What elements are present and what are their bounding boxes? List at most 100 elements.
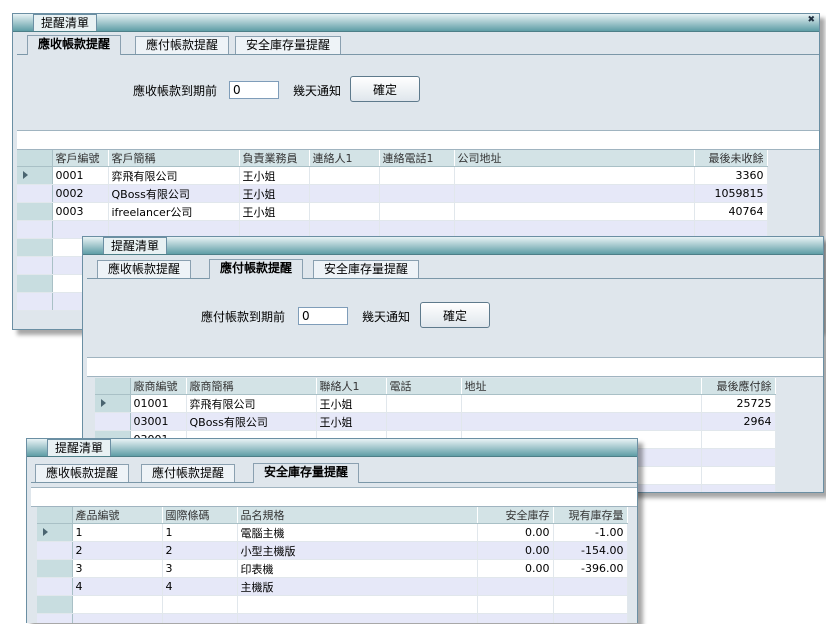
tab-safety-stock[interactable]: 安全庫存量提醒 (235, 36, 342, 54)
cell[interactable] (454, 184, 695, 203)
cell[interactable]: 4 (72, 577, 163, 596)
row-header[interactable] (17, 202, 53, 221)
col-customer-name[interactable]: 客戶簡稱 (108, 150, 240, 167)
col-barcode[interactable]: 國際條碼 (162, 507, 238, 524)
close-icon[interactable]: ✖ (807, 15, 815, 25)
cell[interactable] (309, 202, 380, 221)
cell[interactable] (379, 202, 455, 221)
cell[interactable]: 03001 (130, 412, 187, 431)
cell[interactable] (553, 577, 628, 596)
table-row[interactable]: 4 4 主機版 (37, 577, 628, 596)
cell[interactable]: 王小姐 (239, 166, 310, 185)
row-header[interactable] (37, 541, 73, 560)
tab-receivables[interactable]: 應收帳款提醒 (27, 35, 122, 55)
row-header[interactable] (95, 412, 131, 431)
cell[interactable]: 2964 (701, 412, 776, 431)
cell[interactable]: 弈飛有限公司 (108, 166, 240, 185)
cell[interactable] (386, 394, 462, 413)
cell[interactable]: 主機版 (237, 577, 478, 596)
cell[interactable] (309, 166, 380, 185)
cell[interactable]: -396.00 (553, 559, 628, 578)
cell[interactable]: 3 (162, 559, 238, 578)
col-salesperson[interactable]: 負責業務員 (239, 150, 310, 167)
window-title-tab[interactable]: 提醒清單 (103, 237, 168, 254)
cell[interactable]: 王小姐 (239, 202, 310, 221)
cell[interactable]: 印表機 (237, 559, 478, 578)
cell[interactable]: 弈飛有限公司 (186, 394, 317, 413)
cell[interactable]: 01001 (130, 394, 187, 413)
cell[interactable]: QBoss有限公司 (108, 184, 240, 203)
cell[interactable] (454, 166, 695, 185)
cell[interactable]: -154.00 (553, 541, 628, 560)
cell[interactable]: 0001 (52, 166, 109, 185)
tab-payables[interactable]: 應付帳款提醒 (209, 259, 304, 279)
table-row[interactable]: 01001 弈飛有限公司 王小姐 25725 (95, 394, 776, 413)
cell[interactable] (701, 430, 776, 449)
cell[interactable]: 3360 (694, 166, 768, 185)
cell[interactable]: 1059815 (694, 184, 768, 203)
cell[interactable]: QBoss有限公司 (186, 412, 317, 431)
cell[interactable]: 2 (162, 541, 238, 560)
cell[interactable]: 2 (72, 541, 163, 560)
col-address[interactable]: 地址 (461, 378, 702, 395)
cell[interactable] (461, 394, 702, 413)
col-contact[interactable]: 連絡人1 (309, 150, 380, 167)
cell[interactable]: 0002 (52, 184, 109, 203)
confirm-button[interactable]: 確定 (420, 302, 490, 328)
col-safety-stock[interactable]: 安全庫存 (477, 507, 554, 524)
col-payable-balance[interactable]: 最後應付餘 (701, 378, 776, 395)
confirm-button[interactable]: 確定 (350, 76, 420, 102)
col-current-stock[interactable]: 現有庫存量 (553, 507, 628, 524)
cell[interactable]: 王小姐 (316, 412, 387, 431)
table-row[interactable]: 3 3 印表機 0.00 -396.00 (37, 559, 628, 578)
table-row[interactable]: 0003 ifreelancer公司 王小姐 40764 (17, 202, 768, 221)
cell[interactable] (379, 184, 455, 203)
row-header[interactable] (37, 523, 73, 542)
tab-safety-stock[interactable]: 安全庫存量提醒 (253, 463, 360, 483)
col-phone[interactable]: 電話 (386, 378, 462, 395)
col-vendor-id[interactable]: 廠商編號 (130, 378, 187, 395)
row-header[interactable] (37, 559, 73, 578)
tab-payables[interactable]: 應付帳款提醒 (135, 36, 230, 54)
window-title-tab[interactable]: 提醒清單 (47, 439, 112, 456)
cell[interactable] (309, 184, 380, 203)
table-row[interactable]: 0001 弈飛有限公司 王小姐 3360 (17, 166, 768, 185)
tab-safety-stock[interactable]: 安全庫存量提醒 (313, 260, 420, 278)
cell[interactable]: 4 (162, 577, 238, 596)
col-product-name[interactable]: 品名規格 (237, 507, 478, 524)
cell[interactable]: 0.00 (477, 541, 554, 560)
days-input[interactable] (298, 307, 348, 325)
row-header[interactable] (17, 166, 53, 185)
cell[interactable] (477, 577, 554, 596)
tab-receivables[interactable]: 應收帳款提醒 (35, 464, 130, 482)
row-header[interactable] (17, 184, 53, 203)
cell[interactable]: 0003 (52, 202, 109, 221)
tab-payables[interactable]: 應付帳款提醒 (141, 464, 236, 482)
window-title-tab[interactable]: 提醒清單 (33, 14, 98, 31)
table-row[interactable]: 0002 QBoss有限公司 王小姐 1059815 (17, 184, 768, 203)
cell[interactable] (379, 166, 455, 185)
cell[interactable]: 0.00 (477, 559, 554, 578)
cell[interactable]: 1 (72, 523, 163, 542)
cell[interactable] (454, 202, 695, 221)
cell[interactable]: -1.00 (553, 523, 628, 542)
col-vendor-name[interactable]: 廠商簡稱 (186, 378, 317, 395)
cell[interactable] (461, 412, 702, 431)
cell[interactable]: 25725 (701, 394, 776, 413)
cell[interactable]: 王小姐 (239, 184, 310, 203)
col-address[interactable]: 公司地址 (454, 150, 695, 167)
cell[interactable]: 小型主機版 (237, 541, 478, 560)
col-product-id[interactable]: 產品編號 (72, 507, 163, 524)
cell[interactable]: 王小姐 (316, 394, 387, 413)
col-balance[interactable]: 最後未收餘 (694, 150, 768, 167)
days-input[interactable] (229, 81, 279, 99)
cell[interactable]: 0.00 (477, 523, 554, 542)
cell[interactable] (386, 412, 462, 431)
col-customer-id[interactable]: 客戶編號 (52, 150, 109, 167)
row-header[interactable] (37, 577, 73, 596)
cell[interactable]: 電腦主機 (237, 523, 478, 542)
cell[interactable]: 40764 (694, 202, 768, 221)
cell[interactable]: 3 (72, 559, 163, 578)
tab-receivables[interactable]: 應收帳款提醒 (97, 260, 192, 278)
cell[interactable]: ifreelancer公司 (108, 202, 240, 221)
